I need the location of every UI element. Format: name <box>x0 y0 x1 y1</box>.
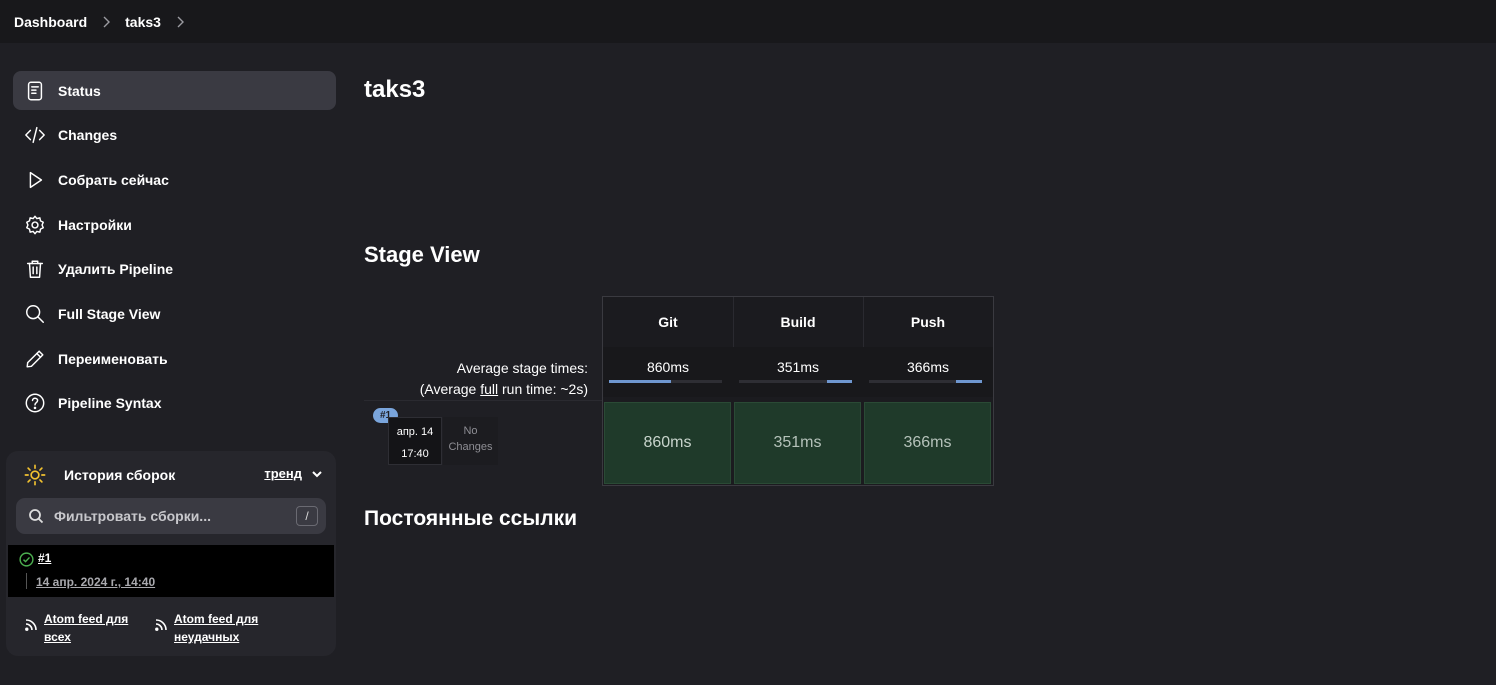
play-icon <box>24 169 46 191</box>
stage-average-build: 351ms <box>733 347 863 397</box>
stage-average-value: 366ms <box>906 359 950 375</box>
code-icon <box>24 124 46 146</box>
rss-icon <box>25 619 37 631</box>
build-history-title: История сборок <box>64 467 176 483</box>
sidebar-item-build-now[interactable]: Собрать сейчас <box>13 160 336 199</box>
trend-button[interactable]: тренд <box>264 466 324 481</box>
stage-average-value: 351ms <box>776 359 820 375</box>
breadcrumb-dashboard[interactable]: Dashboard <box>14 14 87 30</box>
search-icon <box>29 509 44 524</box>
run-changes: No Changes <box>443 417 498 465</box>
breadcrumb-job[interactable]: taks3 <box>125 14 161 30</box>
average-run-time-text: (Average full run time: ~2s) <box>420 379 588 400</box>
stage-average-push: 366ms <box>863 347 993 397</box>
sidebar-item-label: Status <box>58 82 101 99</box>
help-icon <box>24 392 46 414</box>
stage-average-git: 860ms <box>603 347 733 397</box>
permalinks-title: Постоянные ссылки <box>364 507 578 530</box>
sidebar-item-label: Changes <box>58 127 118 144</box>
chevron-right-icon[interactable] <box>175 16 185 28</box>
sidebar-item-label: Удалить Pipeline <box>58 261 174 278</box>
build-history-header: История сборок тренд <box>24 463 324 487</box>
sidebar-item-label: Переименовать <box>58 350 168 367</box>
atom-feed-failed-link[interactable]: Atom feed для неудачных <box>154 610 269 646</box>
stage-average-value: 860ms <box>646 359 690 375</box>
rss-icon <box>155 619 167 631</box>
sidebar-item-label: Full Stage View <box>58 305 161 322</box>
sidebar-item-delete-pipeline[interactable]: Удалить Pipeline <box>13 250 336 289</box>
run-date-box[interactable]: апр. 14 17:40 <box>388 417 442 465</box>
sidebar-item-full-stage-view[interactable]: Full Stage View <box>13 294 336 333</box>
stage-average-track <box>739 380 852 383</box>
sidebar-item-status[interactable]: Status <box>13 71 336 110</box>
divider <box>364 400 602 401</box>
stage-header-build: Build <box>780 314 816 330</box>
build-number-link[interactable]: #1 <box>38 551 51 565</box>
chevron-right-icon[interactable] <box>101 16 111 28</box>
filter-builds-field[interactable]: / <box>16 498 326 534</box>
sun-icon <box>24 464 46 486</box>
stage-average-bar <box>956 380 982 383</box>
sidebar-item-changes[interactable]: Changes <box>13 116 336 155</box>
keyboard-shortcut-hint: / <box>296 506 318 526</box>
sidebar: Status Changes Собрать сейчас Настройки … <box>13 71 336 429</box>
page-title: taks3 <box>364 76 426 103</box>
stage-view-table: Git Build Push 860ms 351ms 366ms 860ms 3… <box>602 296 994 486</box>
success-check-icon <box>19 552 34 567</box>
sidebar-item-label: Настройки <box>58 216 132 233</box>
build-history-row[interactable]: #1 14 апр. 2024 г., 14:40 <box>8 545 334 597</box>
document-icon <box>24 80 46 102</box>
filter-builds-input[interactable] <box>54 508 284 524</box>
trend-label[interactable]: тренд <box>264 466 302 481</box>
atom-feed-all-link[interactable]: Atom feed для всех <box>24 610 139 646</box>
average-stage-times-label: Average stage times: (Average full run t… <box>420 358 588 400</box>
build-history-panel: История сборок тренд / #1 14 апр. 2024 г… <box>6 451 336 656</box>
run-time: 17:40 <box>401 448 429 460</box>
atom-feed-failed-label[interactable]: Atom feed для неудачных <box>174 610 269 646</box>
timeline-connector <box>26 573 27 589</box>
stage-average-bar <box>609 380 671 383</box>
stage-result-build[interactable]: 351ms <box>734 402 861 484</box>
sidebar-item-pipeline-syntax[interactable]: Pipeline Syntax <box>13 384 336 423</box>
stage-header-push: Push <box>910 314 946 330</box>
trash-icon <box>24 258 46 280</box>
sidebar-item-rename[interactable]: Переименовать <box>13 339 336 378</box>
run-date: апр. 14 <box>396 426 434 438</box>
average-run-prefix: (Average <box>419 381 481 397</box>
average-run-suffix: run time: ~2s) <box>498 381 588 397</box>
gear-icon <box>24 214 46 236</box>
stage-result-push[interactable]: 366ms <box>864 402 991 484</box>
stage-result-git[interactable]: 860ms <box>604 402 731 484</box>
stage-average-track <box>869 380 982 383</box>
full-run-link[interactable]: full <box>480 381 498 397</box>
stage-average-track <box>609 380 722 383</box>
stage-header-git: Git <box>658 314 678 330</box>
breadcrumb: Dashboard taks3 <box>0 0 1496 43</box>
stage-average-bar <box>827 380 852 383</box>
stage-view-title: Stage View <box>364 242 480 267</box>
pencil-icon <box>24 348 46 370</box>
sidebar-item-label: Собрать сейчас <box>58 171 169 188</box>
chevron-down-icon[interactable] <box>310 467 324 481</box>
average-stage-times-text: Average stage times: <box>456 360 588 376</box>
sidebar-item-settings[interactable]: Настройки <box>13 205 336 244</box>
sidebar-item-label: Pipeline Syntax <box>58 395 162 412</box>
search-icon <box>24 303 46 325</box>
atom-feed-all-label[interactable]: Atom feed для всех <box>44 610 139 646</box>
build-date-link[interactable]: 14 апр. 2024 г., 14:40 <box>36 575 155 589</box>
